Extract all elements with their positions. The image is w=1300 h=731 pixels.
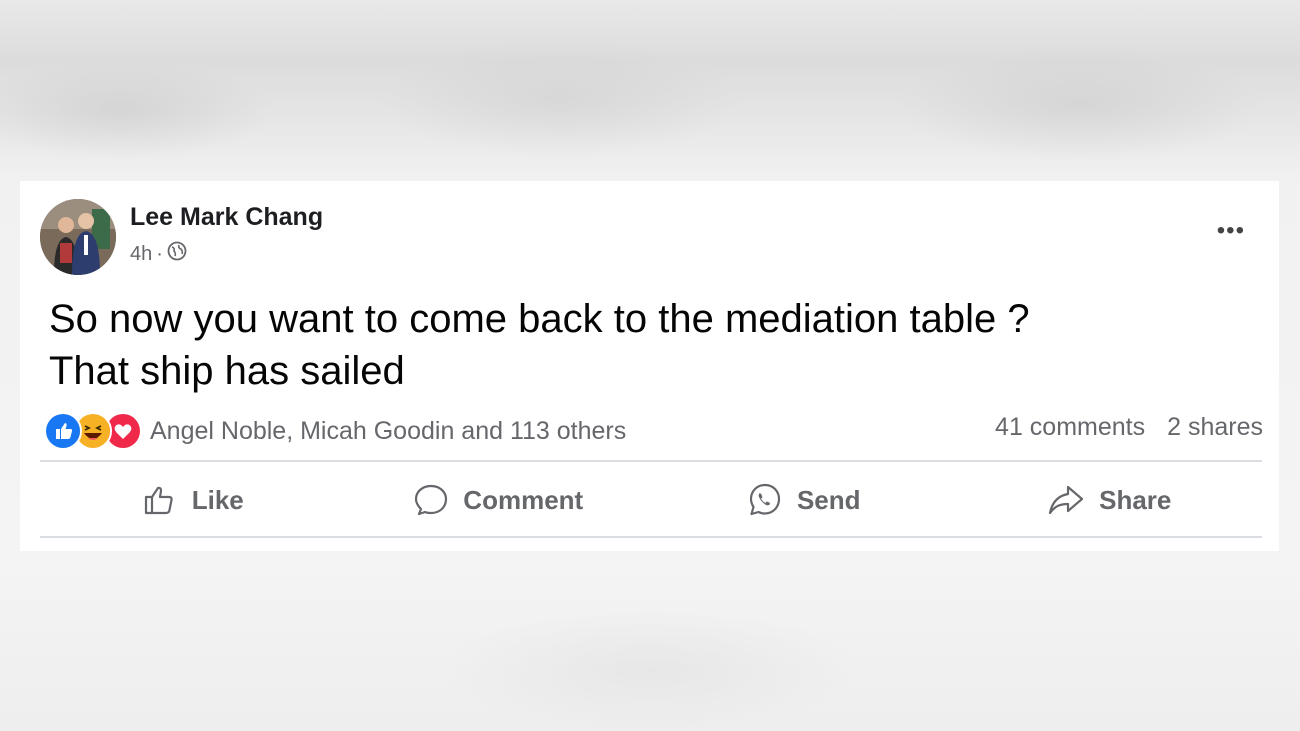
like-label: Like: [191, 484, 244, 515]
shares-count[interactable]: 2 shares: [1167, 413, 1263, 442]
thumbs-up-icon: [142, 482, 178, 518]
post-text: So now you want to come back to the medi…: [49, 293, 1229, 397]
post-meta: 4h ·: [130, 241, 187, 267]
divider-bottom: [40, 536, 1262, 538]
share-label: Share: [1099, 484, 1172, 515]
comment-bubble-icon: [413, 482, 449, 518]
divider-top: [40, 460, 1262, 462]
globe-icon: [167, 241, 187, 267]
send-label: Send: [796, 484, 861, 515]
meta-separator: ·: [156, 242, 163, 265]
reaction-names[interactable]: Angel Noble, Micah Goodin and 113 others: [150, 417, 626, 446]
like-button[interactable]: Like: [40, 466, 346, 534]
engagement-counts: 41 comments 2 shares: [995, 413, 1263, 442]
post-text-line-2: That ship has sailed: [49, 349, 405, 393]
action-bar: Like Comment Send Share: [40, 466, 1262, 534]
comments-count[interactable]: 41 comments: [995, 413, 1145, 442]
share-arrow-icon: [1047, 482, 1085, 518]
post-card: Lee Mark Chang 4h · ••• So now you want …: [20, 181, 1279, 551]
whatsapp-icon: [747, 482, 783, 518]
like-reaction-icon: [44, 412, 82, 450]
post-text-line-1: So now you want to come back to the medi…: [49, 297, 1030, 341]
author-name[interactable]: Lee Mark Chang: [130, 203, 323, 232]
more-options-button[interactable]: •••: [1217, 219, 1245, 243]
post-time[interactable]: 4h: [130, 243, 152, 266]
send-button[interactable]: Send: [651, 466, 957, 534]
comment-button[interactable]: Comment: [346, 466, 652, 534]
reactions-summary[interactable]: Angel Noble, Micah Goodin and 113 others: [44, 412, 626, 450]
avatar[interactable]: [40, 199, 116, 275]
comment-label: Comment: [463, 484, 584, 515]
share-button[interactable]: Share: [957, 466, 1263, 534]
